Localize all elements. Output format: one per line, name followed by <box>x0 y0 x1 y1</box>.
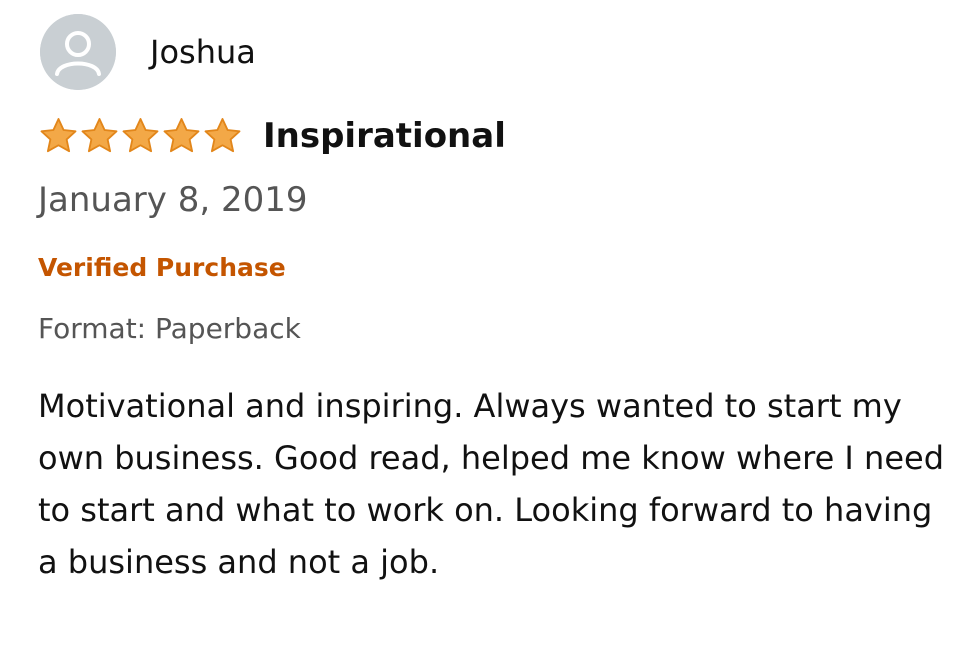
star-icon <box>163 118 200 153</box>
star-rating[interactable] <box>38 116 243 156</box>
review-body-text: Motivational and inspiring. Always wante… <box>38 387 944 581</box>
product-format[interactable]: Format: Paperback <box>38 310 301 348</box>
review-date: January 8, 2019 <box>38 180 308 220</box>
review-title-row: Inspirational <box>38 112 506 160</box>
author-name[interactable]: Joshua <box>150 36 256 68</box>
default-user-avatar-icon <box>40 14 116 90</box>
review-author[interactable]: Joshua <box>40 14 256 90</box>
star-icon <box>81 118 118 153</box>
star-icon <box>40 118 77 153</box>
star-icon <box>122 118 159 153</box>
verified-purchase-badge: Verified Purchase <box>38 253 286 282</box>
star-icon <box>204 118 241 153</box>
review-card: Joshua Inspirational January 8, 2019 Ver… <box>0 0 980 656</box>
review-title[interactable]: Inspirational <box>263 119 506 153</box>
